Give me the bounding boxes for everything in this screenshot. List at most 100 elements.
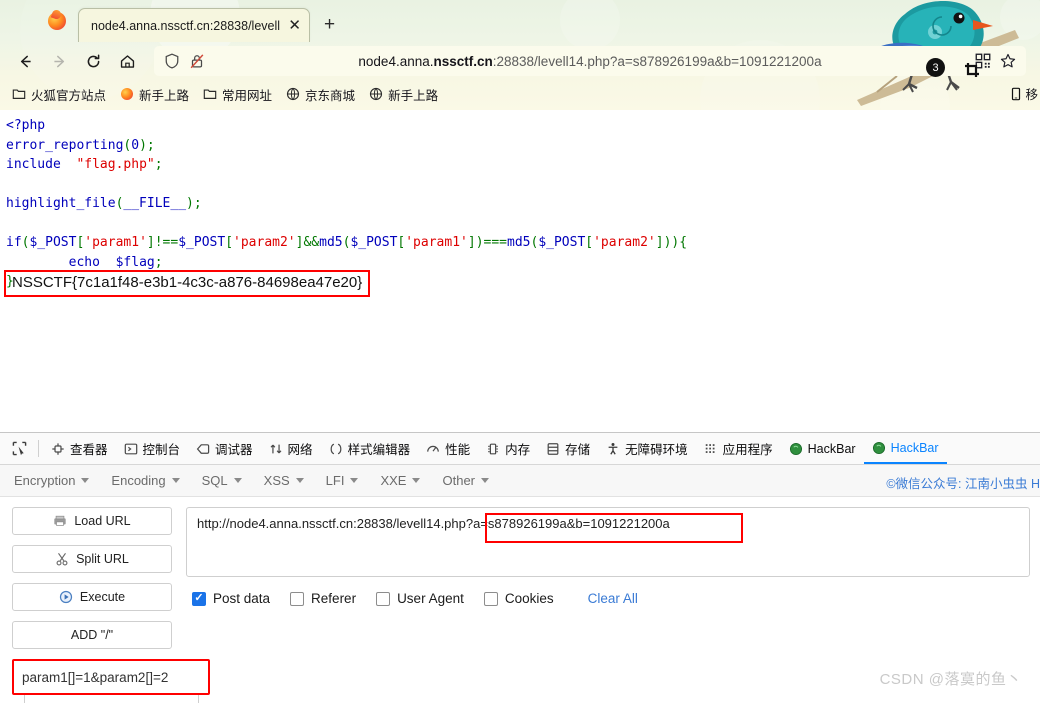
user-agent-checkbox[interactable]: User Agent bbox=[376, 591, 464, 606]
lock-crossed-icon[interactable] bbox=[188, 52, 206, 70]
hackbar-menu-label: Encoding bbox=[111, 473, 166, 488]
devtools-tab-9[interactable]: 无障碍环境 bbox=[598, 433, 696, 464]
devtools-tab-1[interactable]: 查看器 bbox=[43, 433, 116, 464]
devtools-tab-5[interactable]: 样式编辑器 bbox=[321, 433, 419, 464]
devtools-tab-4[interactable]: 网络 bbox=[261, 433, 321, 464]
hackbar-menu-lfi[interactable]: LFI bbox=[326, 473, 359, 488]
devtools-tab-11[interactable]: HackBar bbox=[781, 433, 864, 464]
checkbox-box bbox=[290, 591, 305, 606]
bookmark-label: 常用网址 bbox=[222, 88, 273, 103]
bookmark-item[interactable]: 京东商城 bbox=[280, 83, 361, 106]
style-editor-icon bbox=[330, 443, 341, 454]
post-data-checkbox[interactable]: Post data bbox=[192, 591, 270, 606]
debugger-icon bbox=[196, 443, 210, 454]
split-url-button[interactable]: Split URL bbox=[12, 545, 172, 573]
bookmarks-overflow[interactable]: 移 bbox=[1009, 84, 1038, 103]
devtools-tab-label: HackBar bbox=[890, 440, 939, 455]
execute-button[interactable]: Execute bbox=[12, 583, 172, 611]
devtools-tab-7[interactable]: 内存 bbox=[478, 433, 538, 464]
toolbar-divider bbox=[38, 440, 39, 457]
bookmark-item[interactable]: 常用网址 bbox=[197, 83, 278, 106]
hackbar-menu-xss[interactable]: XSS bbox=[264, 473, 304, 488]
hackbar-menu-encryption[interactable]: Encryption bbox=[14, 473, 90, 488]
devtools-tab-8[interactable]: 存储 bbox=[538, 433, 598, 464]
forward-button[interactable] bbox=[42, 46, 76, 76]
devtools-tab-12[interactable]: HackBar bbox=[863, 433, 947, 464]
hackbar-menu-other[interactable]: Other bbox=[442, 473, 489, 488]
chevron-down-icon bbox=[481, 478, 489, 483]
url-input[interactable]: http://node4.anna.nssctf.cn:28838/levell… bbox=[186, 507, 1030, 577]
extension-badge: 3 bbox=[926, 58, 945, 77]
checkbox-box bbox=[376, 591, 391, 606]
back-button[interactable] bbox=[8, 46, 42, 76]
url-domain: nssctf.cn bbox=[433, 53, 493, 69]
url-host: node4.anna. bbox=[358, 53, 434, 69]
devtools-tab-label: HackBar bbox=[807, 441, 856, 456]
devtools-tab-label: 控制台 bbox=[142, 443, 181, 457]
folder-icon bbox=[12, 89, 26, 99]
bookmark-item[interactable]: 新手上路 bbox=[363, 83, 444, 106]
bookmark-label: 新手上路 bbox=[139, 88, 190, 103]
close-icon[interactable]: ✕ bbox=[286, 18, 303, 33]
devtools-tab-label: 性能 bbox=[445, 443, 471, 457]
hackbar-menu-sql[interactable]: SQL bbox=[202, 473, 242, 488]
referer-checkbox[interactable]: Referer bbox=[290, 591, 356, 606]
hackbar-menu-label: SQL bbox=[201, 473, 228, 488]
network-icon bbox=[270, 444, 281, 453]
devtools-tab-label: 应用程序 bbox=[722, 443, 773, 457]
new-tab-button[interactable]: + bbox=[324, 15, 335, 34]
bookmark-item[interactable]: 新手上路 bbox=[114, 83, 195, 106]
post-data-value: param1[]=1&param2[]=2 bbox=[22, 669, 169, 685]
clear-all-link[interactable]: Clear All bbox=[588, 591, 638, 606]
shield-icon bbox=[165, 53, 179, 69]
browser-tab[interactable]: node4.anna.nssctf.cn:28838/levell ✕ bbox=[78, 8, 310, 42]
load-url-button[interactable]: Load URL bbox=[12, 507, 172, 535]
hackbar-icon bbox=[872, 441, 885, 454]
hackbar-menu-label: LFI bbox=[325, 473, 345, 488]
cookies-checkbox[interactable]: Cookies bbox=[483, 591, 554, 606]
hackbar-menu-xxe[interactable]: XXE bbox=[380, 473, 421, 488]
devtools-tab-3[interactable]: 调试器 bbox=[188, 433, 261, 464]
load-url-label: Load URL bbox=[74, 514, 131, 528]
page-content: <?php error_reporting(0); include "flag.ph… bbox=[0, 110, 1040, 432]
watermark: CSDN @落寞的鱼丶 bbox=[879, 671, 1022, 688]
devtools-tab-label: 网络 bbox=[287, 443, 313, 457]
hackbar-button-column: Load URL Split URL Execute ADD "/" bbox=[12, 507, 172, 649]
hackbar-options: Post data Referer User Agent Cookies C bbox=[186, 577, 1030, 606]
devtools-tab-label: 无障碍环境 bbox=[625, 443, 688, 457]
execute-icon bbox=[59, 590, 73, 604]
element-picker-icon[interactable] bbox=[4, 434, 34, 464]
bookmark-label: 火狐官方站点 bbox=[31, 88, 107, 103]
mobile-device-icon bbox=[1012, 87, 1021, 100]
code-line: include "flag.php"; bbox=[6, 157, 163, 172]
post-data-overflow bbox=[24, 695, 199, 703]
hackbar-menu-label: Encryption bbox=[14, 473, 76, 488]
devtools-tab-2[interactable]: 控制台 bbox=[116, 433, 189, 464]
referer-label: Referer bbox=[311, 591, 357, 606]
hackbar-fields: http://node4.anna.nssctf.cn:28838/levell… bbox=[186, 507, 1030, 649]
devtools-tab-6[interactable]: 性能 bbox=[418, 433, 478, 464]
checkbox-box bbox=[483, 591, 498, 606]
hackbar-menu-encoding[interactable]: Encoding bbox=[111, 473, 180, 488]
bookmark-star-icon[interactable] bbox=[999, 52, 1017, 70]
globe-icon bbox=[369, 87, 383, 101]
inspector-icon bbox=[52, 442, 64, 455]
accessibility-icon bbox=[608, 442, 618, 455]
application-icon bbox=[705, 443, 715, 453]
bookmark-item[interactable]: 火狐官方站点 bbox=[6, 83, 112, 106]
devtools-tab-10[interactable]: 应用程序 bbox=[696, 433, 781, 464]
storage-icon bbox=[547, 442, 559, 455]
hackbar-credit: ©微信公众号: 江南小虫虫 H bbox=[886, 477, 1040, 491]
devtools-panel: 查看器 控制台 调试器 网络 样式编辑器 性能 内存 存储 无障碍环境 应用程序 HackBar Ha… bbox=[0, 432, 1040, 703]
add-slash-button[interactable]: ADD "/" bbox=[12, 621, 172, 649]
browser-chrome: 3 node4.anna.nssctf.cn:28838/levell ✕ + bbox=[0, 0, 1040, 110]
add-slash-label: ADD "/" bbox=[70, 628, 114, 642]
firefox-icon bbox=[120, 87, 134, 101]
checkbox-box bbox=[192, 591, 206, 606]
post-data-input[interactable]: param1[]=1&param2[]=2 bbox=[12, 659, 210, 695]
address-bar[interactable]: node4.anna.nssctf.cn:28838/levell14.php?… bbox=[154, 46, 1026, 76]
reload-button[interactable] bbox=[76, 46, 110, 76]
home-button[interactable] bbox=[110, 46, 144, 76]
